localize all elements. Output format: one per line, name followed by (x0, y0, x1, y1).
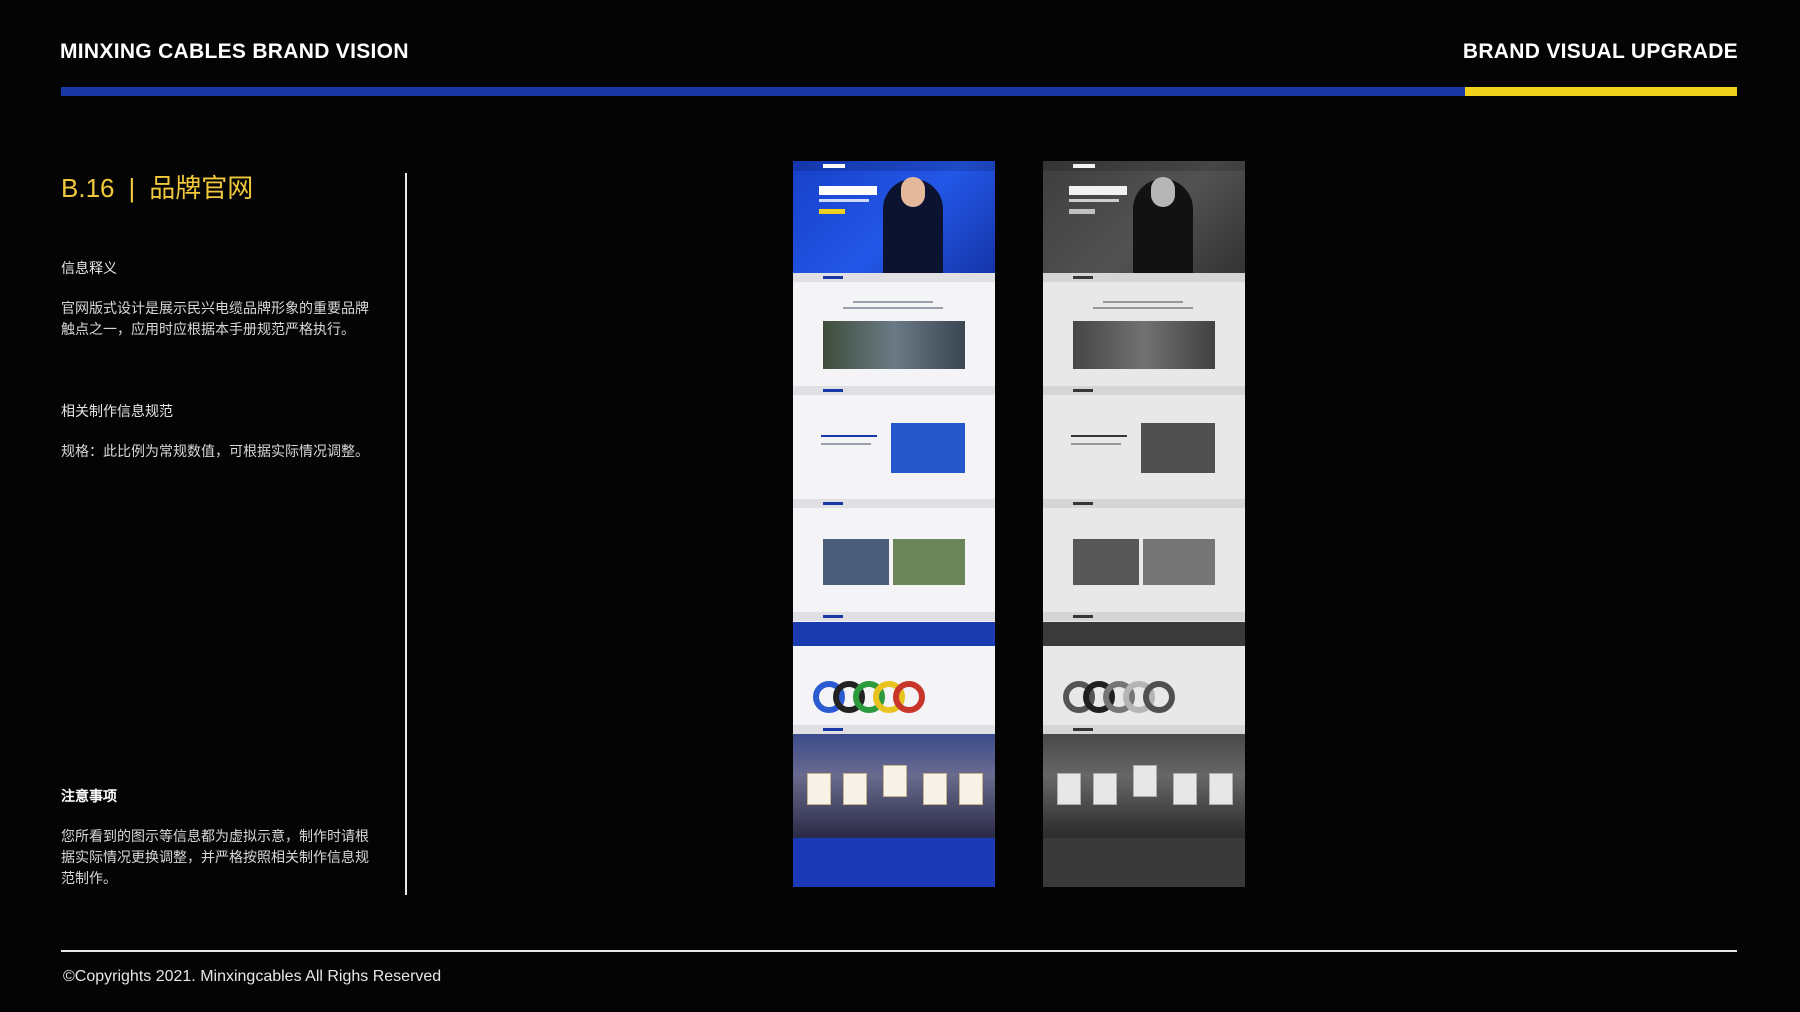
section-name: 品牌官网 (149, 173, 254, 203)
mockup-section-bar (793, 725, 995, 734)
copyright-text: ©Copyrights 2021. Minxingcables All Righ… (63, 968, 442, 985)
mockup-section-bar (793, 499, 995, 508)
mockup-logo (823, 164, 845, 168)
mockup-product-image-1 (823, 539, 889, 585)
mockup-section-bar (793, 273, 995, 282)
notes-body: 您所看到的图示等信息都为虚拟示意，制作时请根据实际情况更换调整，并严格按照相关制… (61, 828, 369, 886)
mockup-product-image-2 (893, 539, 965, 585)
info-label: 信息释义 (61, 260, 117, 276)
section-code: B.16 (61, 173, 115, 203)
mockup-section-bar (793, 386, 995, 395)
footer-rule (61, 950, 1737, 952)
mockup-stats-image (823, 321, 965, 369)
notes-label: 注意事项 (61, 788, 117, 804)
mockup-headline (819, 186, 877, 195)
spec-body: 规格：此比例为常规数值，可根据实际情况调整。 (61, 443, 369, 459)
website-mockup-color (793, 161, 995, 887)
header-rule-yellow (1465, 87, 1737, 96)
mockup-hero (793, 161, 995, 273)
mockup-subline (819, 199, 869, 202)
header-section-title: BRAND VISUAL UPGRADE (1462, 40, 1738, 63)
mockup-footer (793, 838, 995, 887)
mockup-hero (1043, 161, 1245, 273)
header-brand-title: MINXING CABLES BRAND VISION (60, 40, 409, 63)
section-title: B.16 | 品牌官网 (61, 168, 253, 205)
mockup-cta (819, 209, 845, 214)
mockup-section-bar (793, 612, 995, 621)
spec-label: 相关制作信息规范 (61, 403, 173, 419)
column-divider (405, 173, 407, 895)
mockup-news-image (891, 423, 965, 473)
mockup-face (901, 177, 925, 207)
info-body: 官网版式设计是展示民兴电缆品牌形象的重要品牌触点之一，应用时应根据本手册规范严格… (61, 300, 369, 337)
header-rule-blue (61, 87, 1465, 96)
website-mockup-grayscale (1043, 161, 1245, 887)
section-separator: | (128, 173, 136, 203)
mockup-feature-strip (793, 622, 995, 646)
